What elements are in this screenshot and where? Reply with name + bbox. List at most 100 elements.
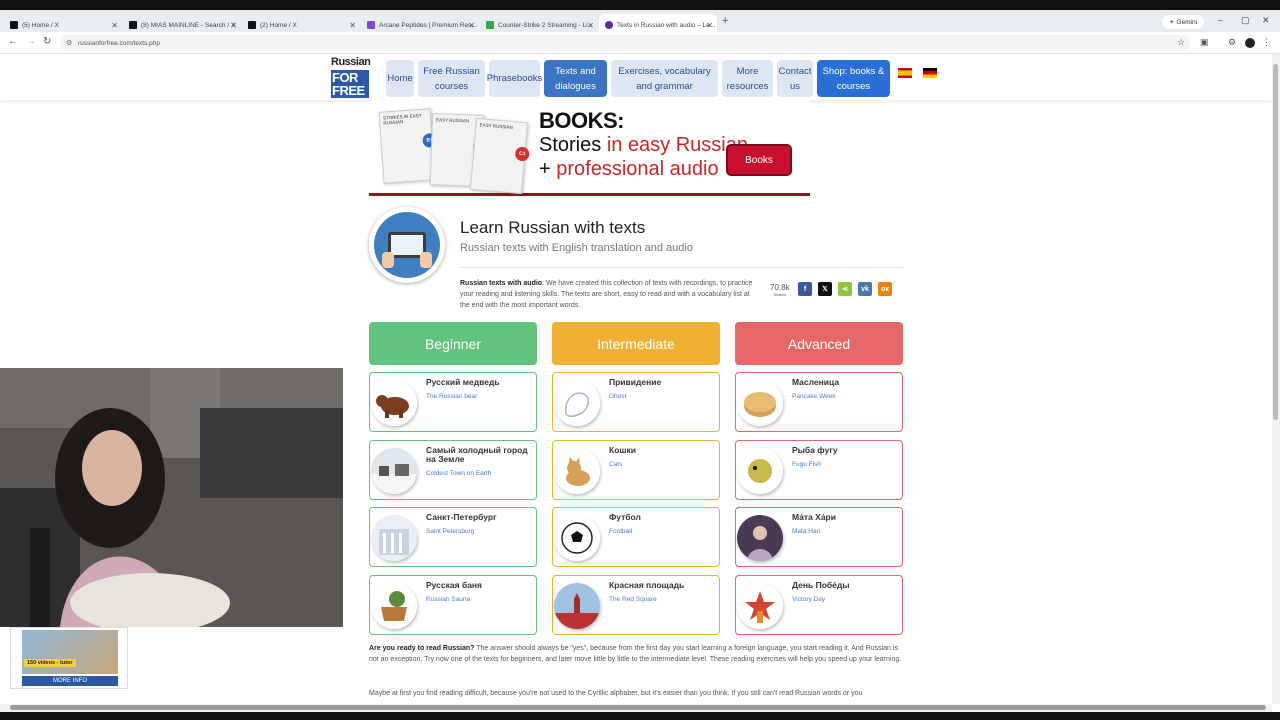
facebook-share-icon[interactable]: f — [798, 282, 812, 296]
nav-phrasebooks[interactable]: Phrasebooks — [486, 60, 543, 97]
ghost-image — [554, 380, 600, 426]
level-beginner[interactable]: Beginner — [369, 322, 537, 365]
site-info-icon[interactable]: ⚙ — [66, 39, 72, 47]
spanish-flag-icon[interactable] — [898, 68, 912, 78]
nav-label: Phrasebooks — [486, 73, 543, 84]
card-title-en[interactable]: Saint Petersburg — [426, 528, 474, 535]
card-title-ru: Санкт-Петербург — [426, 512, 497, 522]
x-favicon-icon — [10, 21, 18, 29]
vertical-scrollbar[interactable] — [1272, 54, 1280, 704]
text-card[interactable]: Русская баня Russian Sauna — [369, 575, 537, 635]
nav-label: Home — [387, 73, 413, 84]
card-title-ru: Привидение — [609, 377, 662, 387]
card-title-ru: Самый холодный город на Земле — [426, 445, 528, 464]
text-card[interactable]: Кошки Cats — [552, 440, 720, 500]
card-title-ru: День Побе́ды — [792, 580, 850, 590]
extensions-icon[interactable]: ⚙ — [1228, 37, 1236, 48]
card-title-en[interactable]: Ghost — [609, 393, 626, 400]
scrollbar-thumb[interactable] — [10, 705, 1266, 710]
cat-image — [554, 448, 600, 494]
nav-texts[interactable]: Texts and dialogues — [544, 60, 607, 97]
text-card[interactable]: Санкт-Петербург Saint Petersburg — [369, 507, 537, 567]
ok-share-icon[interactable]: ок — [878, 282, 892, 296]
card-title-en[interactable]: Victory Day — [792, 596, 825, 603]
nav-label: Exercises, vocabulary and grammar — [618, 65, 711, 92]
site-favicon-icon — [605, 21, 613, 29]
level-badge: C1 — [514, 146, 530, 162]
profile-avatar[interactable] — [1245, 38, 1255, 48]
card-title-en[interactable]: The Russian bear — [426, 393, 477, 400]
close-window-icon[interactable]: ✕ — [1262, 15, 1270, 26]
banner-line3: + professional audio — [539, 158, 719, 181]
books-banner[interactable]: STORIES IN EASY RUSSIAN B1 EASY RUSSIAN … — [369, 100, 810, 196]
close-icon[interactable]: ✕ — [111, 21, 118, 30]
webcam-overlay — [0, 368, 343, 627]
close-icon[interactable]: ✕ — [230, 21, 237, 30]
level-intermediate[interactable]: Intermediate — [552, 322, 720, 365]
maximize-icon[interactable]: ▢ — [1241, 15, 1250, 26]
body-text: Maybe at first you find reading difficul… — [369, 690, 863, 697]
scrollbar-thumb[interactable] — [1273, 64, 1278, 420]
star-icon[interactable]: ☆ — [1177, 37, 1185, 48]
nav-contact[interactable]: Contact us — [777, 60, 813, 97]
text-card[interactable]: Рыба фугу Fugu Fish — [735, 440, 903, 500]
text-card[interactable]: Масленица Pancake Week — [735, 372, 903, 432]
level-label: Intermediate — [597, 335, 675, 352]
text-card[interactable]: Самый холодный город на Земле Coldest To… — [369, 440, 537, 500]
nav-shop[interactable]: Shop: books & courses — [817, 60, 890, 97]
tab-label: (5) Home / X — [22, 21, 59, 29]
page-title: Learn Russian with texts — [460, 218, 646, 237]
nav-exercises[interactable]: Exercises, vocabulary and grammar — [611, 60, 718, 97]
text-card[interactable]: Привидение Ghost — [552, 372, 720, 432]
books-button[interactable]: Books — [726, 144, 792, 176]
close-icon[interactable]: ✕ — [587, 21, 594, 30]
card-title-en[interactable]: The Red Square — [609, 596, 657, 603]
nav-resources[interactable]: More resources — [722, 60, 773, 97]
card-title-ru: Русский медведь — [426, 377, 500, 387]
red-square-image — [554, 583, 600, 629]
card-title-en[interactable]: Pancake Week — [792, 393, 836, 400]
vk-share-icon[interactable]: vk — [858, 282, 872, 296]
text-card[interactable]: Футбол Football — [552, 507, 720, 567]
sauna-image — [371, 583, 417, 629]
german-flag-icon[interactable] — [923, 68, 937, 78]
card-title-en[interactable]: Coldest Town on Earth — [426, 470, 491, 477]
nav-home[interactable]: Home — [386, 60, 414, 97]
text-card[interactable]: Красная площадь The Red Square — [552, 575, 720, 635]
saint-petersburg-image — [371, 515, 417, 561]
share-count-label: Shares — [773, 292, 787, 297]
card-title-en[interactable]: Russian Sauna — [426, 596, 470, 603]
nav-free-courses[interactable]: Free Russian courses — [418, 60, 485, 97]
card-title-en[interactable]: Football — [609, 528, 632, 535]
banner-plus: + — [539, 158, 557, 180]
tab-label: (8) MIAS MAINLINE - Search / X — [141, 21, 236, 29]
horizontal-scrollbar[interactable] — [0, 704, 1272, 712]
menu-icon[interactable]: ⋮ — [1262, 37, 1271, 48]
side-panel-icon[interactable]: ▣ — [1200, 37, 1209, 48]
close-icon[interactable]: ✕ — [349, 21, 356, 30]
address-bar[interactable]: ⚙ russianforfree.com/texts.php — [60, 35, 1190, 51]
new-tab-icon[interactable]: + — [722, 15, 728, 27]
text-card[interactable]: День Побе́ды Victory Day — [735, 575, 903, 635]
more-info-button[interactable]: MORE INFO — [22, 676, 118, 686]
site-logo[interactable]: Russian FOR FREE — [331, 57, 371, 98]
level-advanced[interactable]: Advanced — [735, 322, 903, 365]
pancakes-image — [737, 380, 783, 426]
gemini-button[interactable]: ✦ Gemini — [1162, 15, 1204, 29]
cover-title: STORIES IN EASY RUSSIAN — [382, 112, 422, 126]
share-icon[interactable]: ⋖ — [838, 282, 852, 296]
x-share-icon[interactable]: 𝕏 — [818, 282, 832, 296]
card-title-en[interactable]: Fugu Fish — [792, 461, 821, 468]
reload-icon[interactable]: ↻ — [43, 36, 51, 47]
card-title-en[interactable]: Mata Hari — [792, 528, 820, 535]
back-icon[interactable]: ← — [8, 36, 18, 47]
intro-bold: Russian texts with audio — [460, 280, 543, 287]
close-icon[interactable]: ✕ — [468, 21, 475, 30]
close-icon[interactable]: ✕ — [706, 21, 713, 30]
minimize-icon[interactable]: – — [1218, 15, 1223, 25]
forward-icon[interactable]: → — [26, 36, 36, 47]
card-title-en[interactable]: Cats — [609, 461, 622, 468]
text-card[interactable]: Ма́та Ха́ри Mata Hari — [735, 507, 903, 567]
course-ad[interactable]: 150 videos - tutor MORE INFO — [10, 627, 128, 689]
text-card[interactable]: Русский медведь The Russian bear — [369, 372, 537, 432]
